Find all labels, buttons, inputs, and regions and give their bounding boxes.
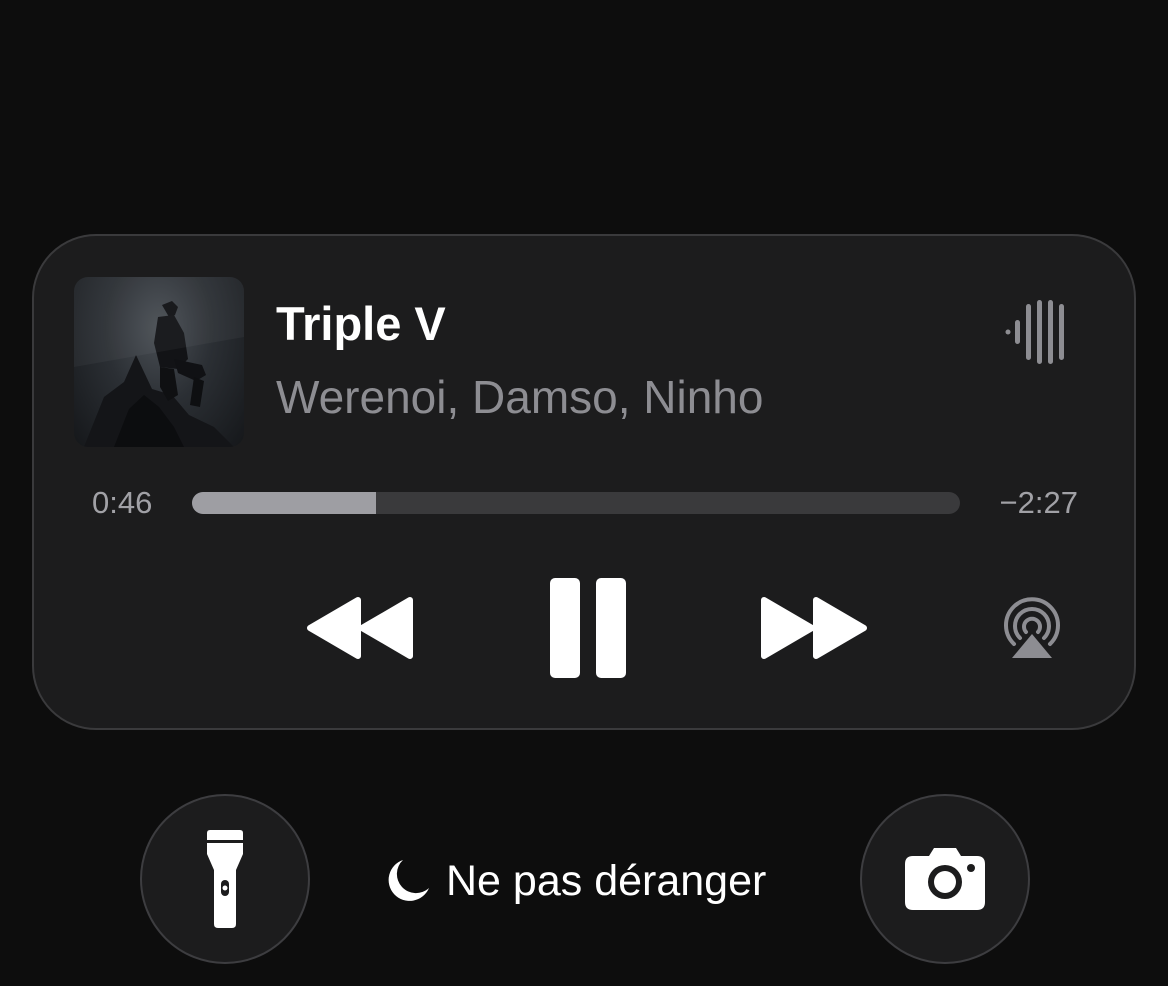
pause-icon[interactable] xyxy=(548,576,628,680)
focus-mode-indicator[interactable]: Ne pas déranger xyxy=(384,854,766,908)
track-title: Triple V xyxy=(276,297,446,350)
airplay-icon[interactable] xyxy=(998,594,1066,662)
moon-icon xyxy=(388,860,429,901)
album-artwork[interactable] xyxy=(74,277,244,447)
elapsed-time: 0:46 xyxy=(92,485,153,520)
camera-button[interactable] xyxy=(860,794,1030,964)
audio-waveform-icon[interactable] xyxy=(1004,300,1074,364)
rewind-icon[interactable] xyxy=(306,596,416,660)
flashlight-button[interactable] xyxy=(140,794,310,964)
now-playing-widget[interactable]: Triple V Werenoi, Damso, Ninho 0:46 −2:2… xyxy=(32,234,1136,730)
playback-progress-fill xyxy=(192,492,377,514)
fast-forward-icon[interactable] xyxy=(758,596,868,660)
flashlight-icon xyxy=(207,830,243,928)
track-artist: Werenoi, Damso, Ninho xyxy=(276,371,764,423)
camera-icon xyxy=(905,848,985,910)
playback-scrubber[interactable] xyxy=(192,492,960,514)
album-artwork-image xyxy=(74,277,244,447)
focus-mode-label: Ne pas déranger xyxy=(446,856,767,905)
remaining-time: −2:27 xyxy=(999,485,1078,520)
